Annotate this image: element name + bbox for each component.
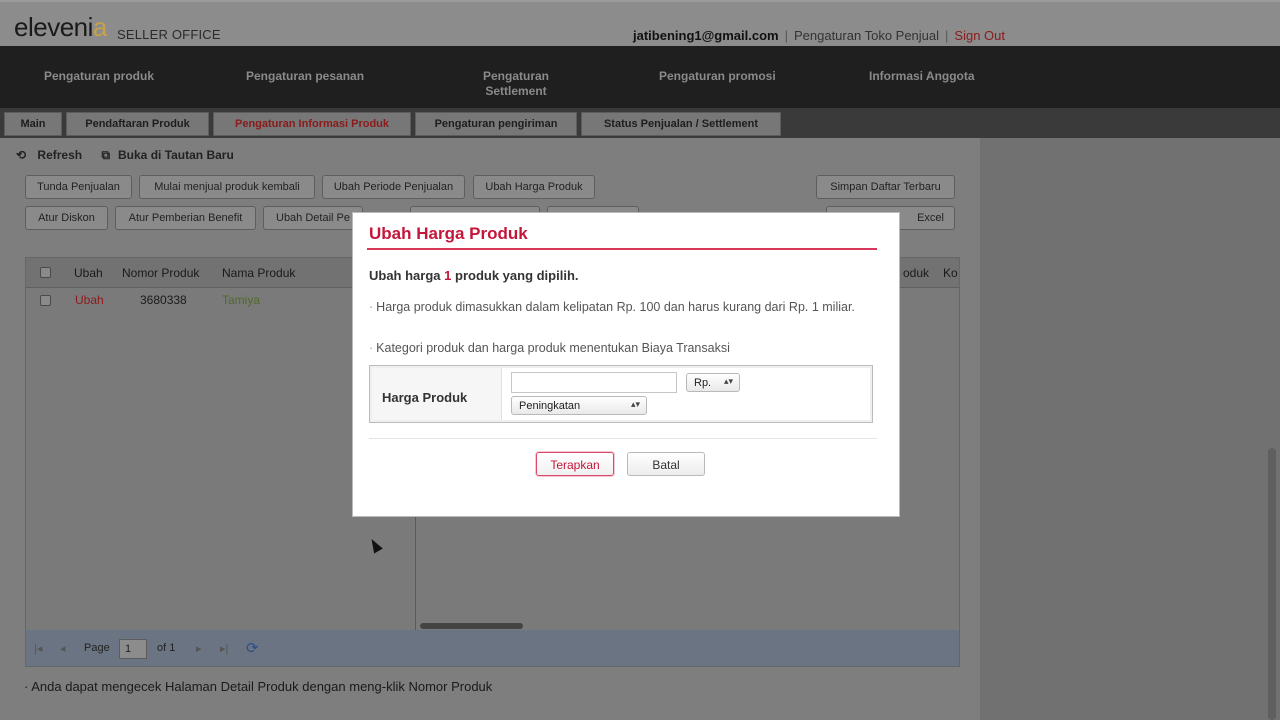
select-arrows-icon: ▴▾ xyxy=(723,376,733,386)
change-detail-button[interactable]: Ubah Detail Pe xyxy=(263,206,363,230)
open-new-link[interactable]: ⧉ Buka di Tautan Baru xyxy=(101,148,241,162)
resume-sale-button[interactable]: Mulai menjual produk kembali xyxy=(139,175,315,199)
dialog-divider xyxy=(369,438,877,439)
refresh-row: ⟲ Refresh ⧉ Buka di Tautan Baru xyxy=(16,148,250,163)
store-settings-link[interactable]: Pengaturan Toko Penjual xyxy=(794,28,939,43)
nav-order-settings[interactable]: Pengaturan pesanan xyxy=(246,69,364,84)
footnote-bullet: · xyxy=(24,679,29,694)
vertical-scrollbar[interactable] xyxy=(1268,448,1276,720)
prev-page-icon[interactable]: ◂ xyxy=(60,642,66,655)
page-of-label: of 1 xyxy=(157,642,176,654)
col-product-partial[interactable]: oduk xyxy=(903,266,929,280)
reload-icon[interactable]: ⟳ xyxy=(246,639,259,657)
set-benefit-button[interactable]: Atur Pemberian Benefit xyxy=(115,206,256,230)
tab-product-info-settings[interactable]: Pengaturan Informasi Produk xyxy=(213,112,411,136)
dialog-title: Ubah Harga Produk xyxy=(369,224,528,243)
last-page-icon[interactable]: ▸| xyxy=(220,642,228,655)
note-price-multiple: · Harga produk dimasukkan dalam kelipatan… xyxy=(369,300,855,314)
user-area: jatibening1@gmail.com | Pengaturan Toko Pe… xyxy=(633,28,1006,43)
first-page-icon[interactable]: |◂ xyxy=(34,642,42,655)
select-arrows-icon: ▴▾ xyxy=(630,399,640,409)
col-product-name[interactable]: Nama Produk xyxy=(222,266,295,280)
horizontal-scrollbar[interactable] xyxy=(420,623,523,629)
grid-footnote: · Anda dapat mengecek Halaman Detail Pro… xyxy=(24,679,493,694)
sub-tabs: Main Pendaftaran Produk Pengaturan Infor… xyxy=(0,108,1280,138)
row-checkbox[interactable] xyxy=(40,295,51,306)
right-panel xyxy=(980,138,1280,720)
tab-main[interactable]: Main xyxy=(4,112,62,136)
select-all-checkbox[interactable] xyxy=(40,267,51,278)
tab-sales-status[interactable]: Status Penjualan / Settlement xyxy=(581,112,781,136)
logo-subtitle: SELLER OFFICE xyxy=(117,27,221,42)
cancel-button[interactable]: Batal xyxy=(627,452,705,476)
row-product-number[interactable]: 3680338 xyxy=(140,293,187,307)
change-sale-period-button[interactable]: Ubah Periode Penjualan xyxy=(322,175,465,199)
user-email: jatibening1@gmail.com xyxy=(633,28,779,43)
page-label: Page xyxy=(84,642,110,654)
nav-settlement-settings[interactable]: Pengaturan Settlement xyxy=(476,69,556,99)
new-window-icon: ⧉ xyxy=(101,148,111,162)
sign-out-link[interactable]: Sign Out xyxy=(954,28,1005,43)
main-nav: Pengaturan produk Pengaturan pesanan Pen… xyxy=(0,46,1280,108)
change-price-dialog: Ubah Harga Produk Ubah harga 1 produk ya… xyxy=(352,212,900,517)
price-input[interactable] xyxy=(511,372,677,393)
dialog-title-rule xyxy=(367,248,877,250)
next-page-icon[interactable]: ▸ xyxy=(196,642,202,655)
dialog-subtitle: Ubah harga 1 produk yang dipilih. xyxy=(369,268,579,283)
col-edit[interactable]: Ubah xyxy=(74,266,103,280)
price-form: Harga Produk Rp. ▴▾ Peningkatan ▴▾ xyxy=(369,365,873,423)
pager: |◂ ◂ Page 1 of 1 ▸ ▸| ⟳ xyxy=(26,630,959,666)
page-number-input[interactable]: 1 xyxy=(119,639,147,659)
nav-product-settings[interactable]: Pengaturan produk xyxy=(44,69,154,84)
price-field-label: Harga Produk xyxy=(382,390,468,405)
refresh-icon: ⟲ xyxy=(16,148,27,162)
top-header: elevenia SELLER OFFICE jatibening1@gmail… xyxy=(0,0,1280,46)
nav-promo-settings[interactable]: Pengaturan promosi xyxy=(659,69,776,84)
pause-sale-button[interactable]: Tunda Penjualan xyxy=(25,175,132,199)
col-product-number[interactable]: Nomor Produk xyxy=(122,266,199,280)
col-ko-partial[interactable]: Ko xyxy=(943,266,958,280)
form-label-cell: Harga Produk xyxy=(372,368,502,420)
nav-member-info[interactable]: Informasi Anggota xyxy=(869,69,975,84)
logo[interactable]: elevenia xyxy=(14,12,107,43)
change-price-button[interactable]: Ubah Harga Produk xyxy=(473,175,595,199)
save-latest-list-button[interactable]: Simpan Daftar Terbaru xyxy=(816,175,955,199)
row-edit-link[interactable]: Ubah xyxy=(75,293,104,307)
tab-product-registration[interactable]: Pendaftaran Produk xyxy=(66,112,209,136)
note-transaction-fee: · Kategori produk dan harga produk menent… xyxy=(369,341,730,355)
apply-button[interactable]: Terapkan xyxy=(536,452,614,476)
tab-shipping-settings[interactable]: Pengaturan pengiriman xyxy=(415,112,577,136)
mode-select[interactable]: Peningkatan ▴▾ xyxy=(511,396,647,415)
currency-select[interactable]: Rp. ▴▾ xyxy=(686,373,740,392)
set-discount-button[interactable]: Atur Diskon xyxy=(25,206,108,230)
refresh-link[interactable]: ⟲ Refresh xyxy=(16,148,90,162)
row-product-name: Tamiya xyxy=(222,293,261,307)
